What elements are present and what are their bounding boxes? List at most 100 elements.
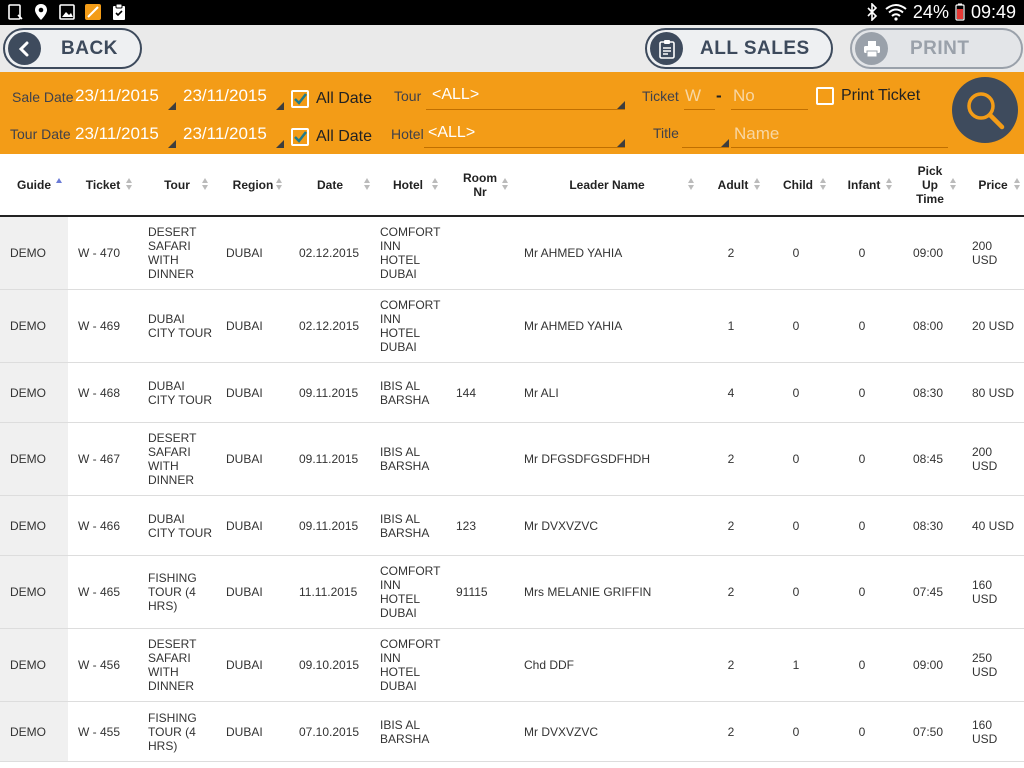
all-sales-button[interactable]: ALL SALES [645, 28, 833, 69]
table-row[interactable]: DEMO W - 467 DESERT SAFARI WITH DINNER DUBA… [0, 423, 1024, 496]
cell-hotel: IBIS AL BARSHA [380, 445, 430, 473]
tour-date-label: Tour Date [10, 126, 71, 142]
cell-price: 40 USD [972, 518, 1015, 533]
cell-date: 02.12.2015 [299, 319, 360, 333]
back-label: BACK [61, 37, 118, 59]
cell-tour: DUBAI CITY TOUR [148, 312, 213, 340]
bluetooth-icon [867, 3, 878, 21]
title-select-underline[interactable] [682, 147, 729, 148]
table-row[interactable]: DEMO W - 456 DESERT SAFARI WITH DINNER DUBA… [0, 629, 1024, 702]
dropdown-corner-icon [276, 102, 284, 110]
col-hotel-label: Hotel [393, 177, 423, 192]
title-label: Title [653, 125, 679, 141]
cell-leader: Chd DDF [524, 658, 575, 672]
cell-ticket: W - 465 [78, 585, 121, 599]
notification-icons [6, 3, 128, 21]
back-button[interactable]: BACK [3, 28, 142, 69]
cell-pickup: 08:45 [912, 452, 944, 466]
table-row[interactable]: DEMO W - 465 FISHING TOUR (4 HRS) DUBAI 11.1… [0, 556, 1024, 629]
cell-tour: FISHING TOUR (4 HRS) [148, 571, 197, 613]
cell-adult: 2 [727, 518, 735, 533]
cell-leader: Mrs MELANIE GRIFFIN [524, 585, 652, 599]
cell-infant: 0 [858, 246, 866, 260]
battery-icon [955, 3, 965, 21]
cell-pickup: 07:45 [912, 585, 944, 599]
cell-guide: DEMO [0, 556, 68, 628]
table-row[interactable]: DEMO W - 470 DESERT SAFARI WITH DINNER DUBA… [0, 217, 1024, 290]
cell-hotel: IBIS AL BARSHA [380, 378, 430, 407]
printer-icon [855, 32, 888, 65]
ticket-prefix-underline [684, 109, 715, 110]
gallery-icon [59, 4, 75, 20]
magnifier-icon [967, 92, 1005, 130]
clock: 09:49 [970, 2, 1016, 22]
cell-room [446, 290, 514, 362]
cell-hotel: COMFORT INN HOTEL DUBAI [380, 225, 441, 281]
sort-icon [126, 178, 132, 191]
col-date[interactable]: Date [290, 154, 370, 215]
status-bar: 24% 09:49 [0, 0, 1024, 25]
cell-price: 200 USD [972, 239, 998, 267]
cell-room: 123 [456, 518, 477, 533]
col-pickup-time-label: Pick Up Time [916, 163, 944, 206]
cell-leader: Mr AHMED YAHIA [524, 246, 623, 260]
cell-pickup: 07:50 [912, 724, 944, 739]
wifi-icon [885, 4, 907, 21]
cell-region: DUBAI [226, 518, 263, 533]
cell-guide: DEMO [0, 217, 68, 289]
name-field[interactable]: Name [734, 124, 779, 144]
cell-room [446, 629, 514, 701]
cell-guide: DEMO [0, 363, 68, 422]
table-row[interactable]: DEMO W - 466 DUBAI CITY TOUR DUBAI 09.11.201… [0, 496, 1024, 556]
ticket-no-field[interactable]: No [733, 86, 755, 106]
cell-child: 0 [792, 585, 800, 599]
cell-ticket: W - 455 [78, 724, 121, 739]
system-status: 24% 09:49 [865, 2, 1016, 22]
cell-date: 09.10.2015 [299, 658, 360, 672]
cell-date: 07.10.2015 [299, 724, 360, 739]
cell-pickup: 08:30 [912, 518, 944, 533]
table-row[interactable]: DEMO W - 455 FISHING TOUR (4 HRS) DUBAI 07.1… [0, 702, 1024, 762]
sale-date-to-field[interactable]: 23/11/2015 [183, 86, 267, 106]
sort-icon [886, 178, 892, 191]
cell-region: DUBAI [226, 658, 263, 672]
dropdown-corner-icon [168, 102, 176, 110]
cell-tour: DUBAI CITY TOUR [148, 511, 213, 540]
ticket-no-underline [731, 109, 808, 110]
ticket-prefix-field[interactable]: W [685, 86, 701, 106]
cell-pickup: 08:30 [912, 385, 944, 400]
col-adult-label: Adult [717, 177, 749, 192]
cell-date: 09.11.2015 [299, 452, 359, 466]
tour-date-to-field[interactable]: 23/11/2015 [183, 124, 267, 144]
col-leader-name[interactable]: Leader Name [514, 154, 700, 215]
tour-date-from-field[interactable]: 23/11/2015 [75, 124, 159, 144]
sale-date-from-field[interactable]: 23/11/2015 [75, 86, 159, 106]
print-button[interactable]: PRINT [850, 28, 1023, 69]
tour-select[interactable]: <ALL> [432, 86, 479, 104]
cell-guide: DEMO [0, 702, 68, 761]
cell-price: 250 USD [972, 651, 998, 679]
hotel-label: Hotel [391, 126, 424, 142]
hotel-select[interactable]: <ALL> [428, 124, 475, 142]
cell-ticket: W - 467 [78, 452, 121, 466]
col-child-label: Child [783, 177, 813, 192]
tour-all-date-checkbox[interactable] [291, 128, 309, 146]
cell-adult: 2 [727, 658, 735, 672]
cell-guide: DEMO [0, 290, 68, 362]
print-ticket-checkbox[interactable] [816, 87, 834, 105]
sort-icon [688, 178, 694, 191]
col-leader-name-label: Leader Name [569, 177, 645, 192]
cell-infant: 0 [858, 518, 866, 533]
cell-pickup: 09:00 [912, 658, 944, 672]
table-header: Guide Ticket Tour Region Date Hotel Room… [0, 154, 1024, 217]
tour-all-date-label: All Date [316, 128, 373, 145]
cell-region: DUBAI [226, 385, 263, 400]
table-row[interactable]: DEMO W - 468 DUBAI CITY TOUR DUBAI 09.11.201… [0, 363, 1024, 423]
search-button[interactable] [952, 77, 1018, 143]
cell-date: 11.11.2015 [299, 585, 358, 599]
clipboard-icon [113, 3, 125, 20]
table-row[interactable]: DEMO W - 469 DUBAI CITY TOUR DUBAI 02.12.201… [0, 290, 1024, 363]
action-bar: BACK ALL SALES PRINT [0, 25, 1024, 72]
sale-all-date-checkbox[interactable] [291, 90, 309, 108]
cell-infant: 0 [858, 452, 866, 466]
